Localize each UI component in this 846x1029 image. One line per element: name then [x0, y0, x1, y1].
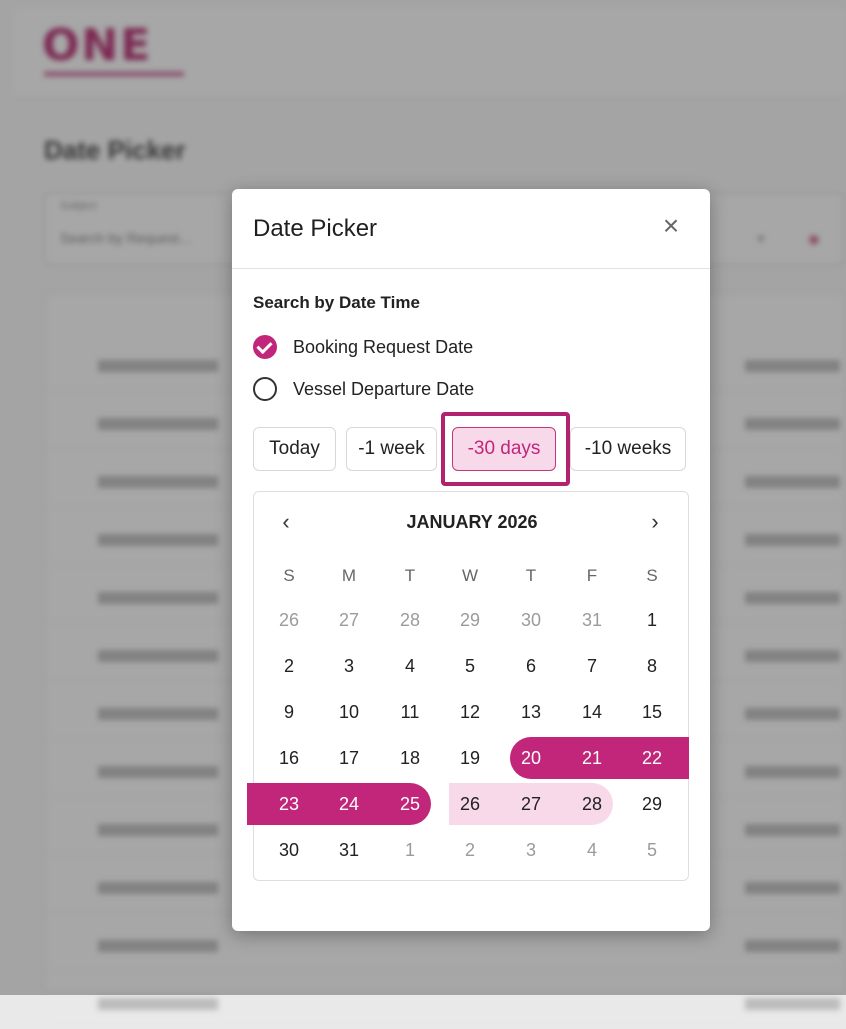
calendar-day[interactable]: 24 [328, 783, 370, 825]
table-cell-placeholder [745, 998, 840, 1010]
calendar-day[interactable]: 20 [510, 737, 552, 779]
calendar-day[interactable]: 26 [268, 599, 310, 641]
calendar-day[interactable]: 16 [268, 737, 310, 779]
calendar-day[interactable]: 22 [631, 737, 673, 779]
weekday-label: M [341, 566, 357, 585]
calendar-day[interactable]: 8 [631, 645, 673, 687]
calendar-day[interactable]: 27 [328, 599, 370, 641]
weekday-label: T [525, 566, 537, 585]
weekday-label: S [646, 566, 658, 585]
calendar-day[interactable]: 19 [449, 737, 491, 779]
calendar-day[interactable]: 13 [510, 691, 552, 733]
calendar-day[interactable]: 11 [389, 691, 431, 733]
calendar-day[interactable]: 29 [449, 599, 491, 641]
calendar-day[interactable]: 1 [389, 829, 431, 871]
calendar-day[interactable]: 7 [571, 645, 613, 687]
minus-1-week-button[interactable]: -1 week [346, 427, 437, 471]
calendar-day[interactable]: 5 [449, 645, 491, 687]
calendar-day[interactable]: 12 [449, 691, 491, 733]
weekday-label: T [404, 566, 416, 585]
calendar-day[interactable]: 4 [571, 829, 613, 871]
option-label: Vessel Departure Date [293, 379, 475, 399]
calendar-day[interactable]: 3 [510, 829, 552, 871]
calendar-day[interactable]: 9 [268, 691, 310, 733]
calendar-day[interactable]: 28 [571, 783, 613, 825]
calendar-day[interactable]: 21 [571, 737, 613, 779]
calendar-day[interactable]: 1 [631, 599, 673, 641]
calendar-day[interactable]: 17 [328, 737, 370, 779]
checked-icon [253, 335, 277, 359]
date-picker-dialog: Date Picker × Search by Date Time Bookin… [232, 189, 710, 931]
today-button[interactable]: Today [253, 427, 336, 471]
search-by-label: Search by Date Time [253, 293, 420, 312]
table-cell-placeholder [98, 998, 218, 1010]
chevron-right-icon[interactable]: › [641, 508, 669, 536]
calendar-day[interactable]: 5 [631, 829, 673, 871]
calendar-day[interactable]: 15 [631, 691, 673, 733]
calendar-day[interactable]: 2 [449, 829, 491, 871]
calendar-day[interactable]: 6 [510, 645, 552, 687]
dialog-title: Date Picker [253, 215, 378, 242]
calendar-day[interactable]: 10 [328, 691, 370, 733]
calendar-day[interactable]: 3 [328, 645, 370, 687]
weekday-label: S [283, 566, 295, 585]
option-booking-request-date[interactable]: Booking Request Date [253, 332, 573, 362]
calendar-day[interactable]: 4 [389, 645, 431, 687]
calendar-day[interactable]: 28 [389, 599, 431, 641]
calendar-day[interactable]: 31 [571, 599, 613, 641]
calendar-day[interactable]: 23 [268, 783, 310, 825]
calendar-day[interactable]: 18 [389, 737, 431, 779]
calendar-day[interactable]: 26 [449, 783, 491, 825]
option-label: Booking Request Date [293, 337, 474, 357]
calendar-day[interactable]: 30 [268, 829, 310, 871]
highlight-box [441, 412, 570, 486]
calendar-day[interactable]: 14 [571, 691, 613, 733]
unchecked-icon [253, 377, 277, 401]
dialog-header: Date Picker × [232, 189, 710, 269]
calendar-day[interactable]: 2 [268, 645, 310, 687]
calendar-day[interactable]: 29 [631, 783, 673, 825]
calendar-day[interactable]: 30 [510, 599, 552, 641]
calendar-day[interactable]: 25 [389, 783, 431, 825]
calendar-day[interactable]: 27 [510, 783, 552, 825]
close-icon[interactable]: × [656, 211, 686, 241]
calendar-month-title: JANUARY 2026 [406, 512, 538, 532]
weekday-label: F [586, 566, 598, 585]
calendar-day[interactable]: 31 [328, 829, 370, 871]
calendar: ‹ JANUARY 2026 › S M T W T F S 26 27 28 29 30 31 1 2 3 4… [247, 491, 689, 881]
minus-10-weeks-button[interactable]: -10 weeks [570, 427, 686, 471]
option-vessel-departure-date[interactable]: Vessel Departure Date [253, 374, 573, 404]
weekday-label: W [461, 566, 479, 585]
